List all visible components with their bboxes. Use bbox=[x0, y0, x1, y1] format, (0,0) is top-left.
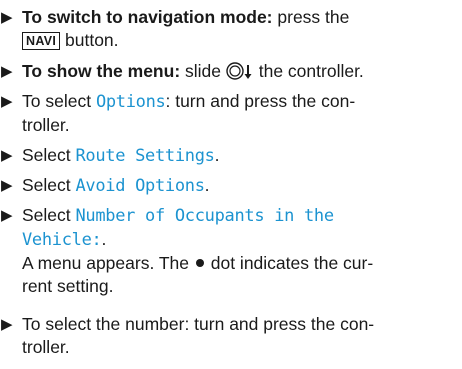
step-text: Select bbox=[22, 175, 76, 195]
step-label: To show the menu: bbox=[22, 61, 181, 81]
step-select-options: ▶ To select Options: turn and press the … bbox=[0, 90, 458, 137]
step-avoid-options: ▶ Select Avoid Options. bbox=[0, 174, 458, 198]
navi-button-symbol: NAVI bbox=[22, 32, 61, 50]
menu-item-options: Options bbox=[95, 92, 166, 112]
step-text: press the bbox=[272, 7, 350, 27]
step-text: troller. bbox=[22, 115, 70, 135]
selection-dot-icon bbox=[195, 259, 204, 267]
step-text: Select bbox=[22, 205, 76, 225]
step-marker-icon: ▶ bbox=[1, 147, 13, 164]
menu-item-number-of-occupants-cont: Vehicle: bbox=[22, 230, 102, 250]
step-marker-icon: ▶ bbox=[1, 177, 13, 194]
step-marker-icon: ▶ bbox=[1, 207, 13, 224]
step-text: : turn and press the con- bbox=[165, 91, 356, 111]
menu-item-route-settings: Route Settings bbox=[75, 146, 215, 166]
step-navigation-mode: ▶ To switch to navigation mode: press th… bbox=[0, 6, 458, 52]
menu-item-avoid-options: Avoid Options bbox=[75, 176, 205, 196]
step-text: To select the number: turn and press the… bbox=[22, 314, 375, 334]
step-text: button. bbox=[60, 30, 119, 50]
step-note: A menu appears. The bbox=[22, 253, 194, 273]
step-text: slide bbox=[180, 61, 226, 81]
step-text: troller. bbox=[22, 337, 70, 357]
step-text: the controller. bbox=[253, 61, 364, 81]
step-text: . bbox=[101, 229, 107, 249]
step-marker-icon: ▶ bbox=[1, 9, 13, 26]
step-route-settings: ▶ Select Route Settings. bbox=[0, 144, 458, 168]
menu-item-number-of-occupants: Number of Occupants in the bbox=[75, 206, 335, 226]
controller-slide-down-icon bbox=[226, 62, 254, 80]
step-label: To switch to navigation mode: bbox=[22, 7, 273, 27]
step-marker-icon: ▶ bbox=[1, 316, 13, 333]
step-note: rent setting. bbox=[22, 276, 114, 296]
step-note: dot indicates the cur- bbox=[205, 253, 374, 273]
instruction-page: ▶ To switch to navigation mode: press th… bbox=[0, 0, 462, 369]
step-text: Select bbox=[22, 145, 76, 165]
step-text: . bbox=[204, 175, 210, 195]
step-text: To select bbox=[22, 91, 96, 111]
step-marker-icon: ▶ bbox=[1, 63, 13, 80]
step-text: . bbox=[214, 145, 220, 165]
step-number-of-occupants: ▶ Select Number of Occupants in the Vehi… bbox=[0, 204, 458, 298]
step-marker-icon: ▶ bbox=[1, 93, 13, 110]
step-select-number: ▶ To select the number: turn and press t… bbox=[0, 313, 458, 359]
step-show-menu: ▶ To show the menu: slide the controller… bbox=[0, 60, 458, 83]
